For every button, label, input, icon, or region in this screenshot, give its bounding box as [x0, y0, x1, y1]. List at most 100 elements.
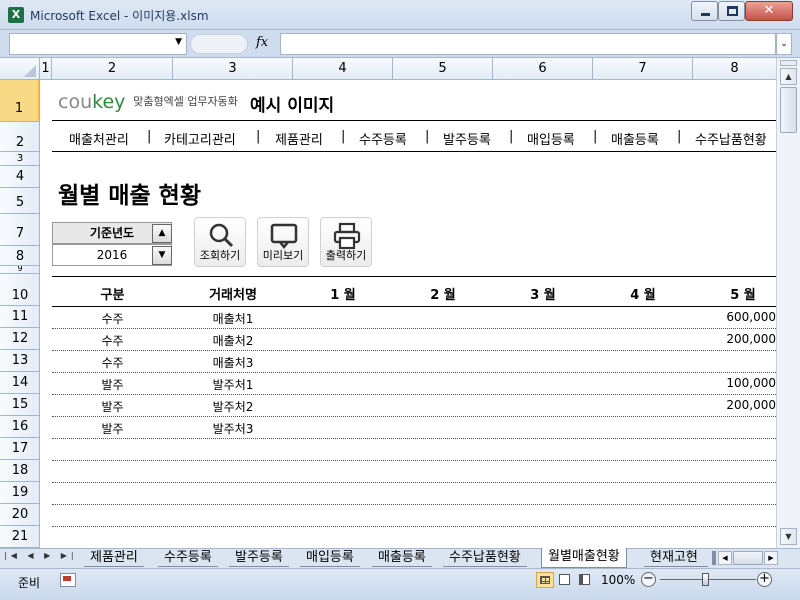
- table-row[interactable]: 수주 매출처2 200,000: [40, 328, 776, 350]
- row-header[interactable]: 8: [0, 246, 39, 266]
- scroll-up-icon[interactable]: ▲: [780, 68, 797, 85]
- cell-type: 수주: [101, 334, 124, 348]
- row-header[interactable]: 18: [0, 460, 39, 482]
- table-row[interactable]: 발주 발주처3: [40, 416, 776, 438]
- tab-purchases[interactable]: 매입등록: [300, 549, 360, 567]
- tab-navigation-icons[interactable]: |◀ ◀ ▶ ▶|: [4, 551, 78, 560]
- row-header[interactable]: 20: [0, 504, 39, 526]
- name-box[interactable]: ▼: [9, 33, 187, 55]
- tab-split-handle[interactable]: [712, 551, 716, 565]
- row-header[interactable]: 1: [0, 80, 39, 122]
- vertical-scrollbar[interactable]: ▲ ▼: [776, 58, 800, 548]
- row-header[interactable]: 11: [0, 306, 39, 328]
- row-header[interactable]: 7: [0, 214, 39, 246]
- preview-button[interactable]: 미리보기: [257, 217, 309, 267]
- column-header[interactable]: 2: [52, 58, 173, 80]
- row-header[interactable]: 3: [0, 152, 39, 166]
- page-break-view-icon[interactable]: [576, 572, 594, 588]
- row-header[interactable]: 21: [0, 526, 39, 548]
- tab-products[interactable]: 제품관리: [84, 549, 144, 567]
- split-handle[interactable]: [780, 60, 797, 66]
- worksheet-grid[interactable]: coukey 맞춤형엑셀 업무자동화 예시 이미지 매출처관리 | 카테고리관리…: [40, 80, 776, 548]
- row-header[interactable]: 16: [0, 416, 39, 438]
- row-header[interactable]: 2: [0, 122, 39, 152]
- row-header[interactable]: 14: [0, 372, 39, 394]
- column-header[interactable]: 1: [40, 58, 52, 80]
- sheet-tab-bar: |◀ ◀ ▶ ▶| 제품관리 수주등록 발주등록 매입등록 매출등록 수주납품현…: [0, 548, 800, 568]
- zoom-in-icon[interactable]: +: [757, 572, 772, 587]
- chevron-down-icon[interactable]: ▼: [175, 37, 182, 47]
- row-header[interactable]: 15: [0, 394, 39, 416]
- tab-current-stock[interactable]: 현재고현: [644, 549, 708, 567]
- tab-orders-placed[interactable]: 발주등록: [229, 549, 289, 567]
- nav-item-purchases[interactable]: 매입등록: [527, 129, 575, 148]
- row-header[interactable]: 12: [0, 328, 39, 350]
- tab-monthly-sales[interactable]: 월별매출현황: [541, 548, 627, 568]
- nav-item-sales-clients[interactable]: 매출처관리: [69, 129, 129, 148]
- nav-separator: |: [256, 129, 261, 144]
- close-button[interactable]: ✕: [745, 1, 793, 21]
- macro-record-icon[interactable]: [60, 573, 76, 587]
- nav-item-delivery-status[interactable]: 수주납품현황: [695, 129, 767, 148]
- tab-delivery-status[interactable]: 수주납품현황: [443, 549, 527, 567]
- maximize-button[interactable]: [718, 1, 745, 21]
- tab-sales[interactable]: 매출등록: [372, 549, 432, 567]
- table-row[interactable]: 발주 발주처1 100,000: [40, 372, 776, 394]
- window-title: Microsoft Excel - 이미지용.xlsm: [30, 9, 209, 23]
- row-header[interactable]: 9: [0, 266, 39, 274]
- column-header[interactable]: 5: [393, 58, 493, 80]
- nav-separator: |: [509, 129, 514, 144]
- column-header[interactable]: 7: [593, 58, 693, 80]
- select-all-corner[interactable]: [0, 58, 40, 80]
- table-header: 5 월: [730, 288, 756, 303]
- zoom-out-icon[interactable]: −: [641, 572, 656, 587]
- row-header[interactable]: 4: [0, 166, 39, 188]
- cell-client: 매출처2: [212, 334, 254, 348]
- table-top-border: [52, 276, 776, 277]
- minimize-button[interactable]: [691, 1, 718, 21]
- cell-client: 발주처2: [212, 400, 254, 414]
- hscroll-right-icon[interactable]: ▶: [764, 551, 778, 565]
- hscroll-left-icon[interactable]: ◀: [718, 551, 732, 565]
- year-down-icon[interactable]: ▼: [152, 246, 172, 265]
- scroll-down-icon[interactable]: ▼: [780, 528, 797, 545]
- zoom-level[interactable]: 100%: [601, 573, 635, 587]
- nav-item-category[interactable]: 카테고리관리: [164, 129, 236, 148]
- scroll-thumb[interactable]: [780, 87, 797, 133]
- page-layout-view-icon[interactable]: [556, 572, 574, 588]
- table-row[interactable]: 수주 매출처1 600,000: [40, 306, 776, 328]
- insert-function-icon[interactable]: fx: [256, 35, 268, 50]
- excel-icon[interactable]: X: [8, 7, 24, 23]
- page-title: 월별 매출 현황: [58, 183, 201, 209]
- zoom-slider-thumb[interactable]: [702, 573, 709, 586]
- tab-orders-received[interactable]: 수주등록: [158, 549, 218, 567]
- nav-separator: |: [677, 129, 682, 144]
- header-title: 예시 이미지: [250, 96, 335, 116]
- nav-item-orders-received[interactable]: 수주등록: [359, 129, 407, 148]
- cell-may: 200,000: [726, 398, 776, 412]
- table-row[interactable]: 수주 매출처3: [40, 350, 776, 372]
- table-header: 거래처명: [209, 288, 257, 303]
- row-header[interactable]: 17: [0, 438, 39, 460]
- print-button[interactable]: 출력하기: [320, 217, 372, 267]
- nav-item-products[interactable]: 제품관리: [275, 129, 323, 148]
- search-button[interactable]: 조회하기: [194, 217, 246, 267]
- close-icon: ✕: [763, 3, 775, 18]
- row-header[interactable]: 5: [0, 188, 39, 214]
- column-header[interactable]: 4: [293, 58, 393, 80]
- column-header[interactable]: 6: [493, 58, 593, 80]
- expand-formula-bar-button[interactable]: ⌄: [776, 33, 792, 55]
- formula-divider[interactable]: [190, 34, 248, 54]
- column-header[interactable]: 3: [173, 58, 293, 80]
- year-up-icon[interactable]: ▲: [152, 224, 172, 243]
- nav-item-sales[interactable]: 매출등록: [611, 129, 659, 148]
- table-row[interactable]: 발주 발주처2 200,000: [40, 394, 776, 416]
- row-header[interactable]: 13: [0, 350, 39, 372]
- column-header[interactable]: 8: [693, 58, 776, 80]
- nav-item-orders-placed[interactable]: 발주등록: [443, 129, 491, 148]
- normal-view-icon[interactable]: [536, 572, 554, 588]
- row-header[interactable]: 19: [0, 482, 39, 504]
- hscroll-thumb[interactable]: [733, 551, 763, 565]
- formula-input[interactable]: [280, 33, 776, 55]
- row-header[interactable]: 10: [0, 274, 39, 306]
